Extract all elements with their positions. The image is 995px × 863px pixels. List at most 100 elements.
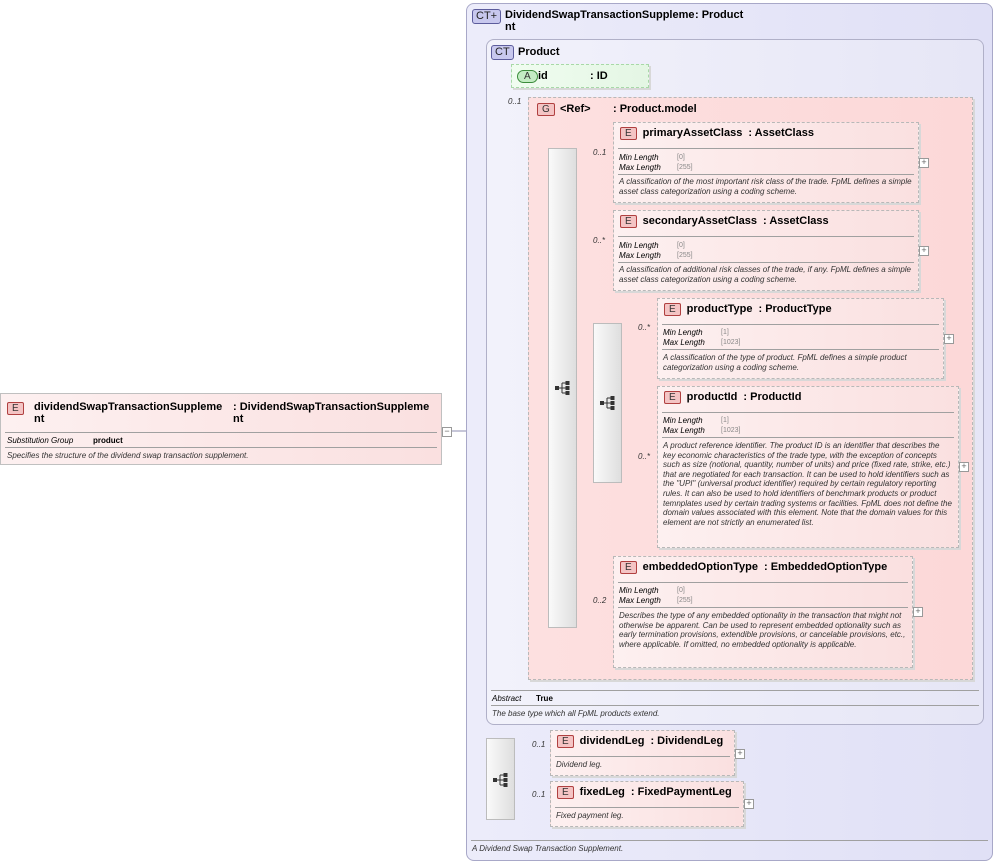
element-badge: E	[7, 402, 24, 415]
element-type: : FixedPaymentLeg	[630, 786, 732, 798]
max-length-value: [255]	[677, 252, 693, 259]
element-name: embeddedOptionType	[642, 561, 758, 573]
element-fixed-leg[interactable]: EfixedLeg : FixedPaymentLeg Fixed payment…	[550, 781, 744, 827]
complex-type-badge: CT+	[472, 9, 502, 24]
expand-icon[interactable]: +	[744, 799, 754, 809]
element-primary-asset-class[interactable]: EprimaryAssetClass: AssetClass Min Lengt…	[613, 122, 919, 203]
min-length-label: Min Length	[619, 586, 659, 595]
secondary-asset-class-cardinality: 0..*	[593, 236, 606, 245]
element-type: : ProductType	[758, 303, 832, 315]
divider	[491, 690, 979, 691]
element-doc: Describes the type of any embedded optio…	[619, 611, 906, 649]
attribute-type: : ID	[590, 70, 608, 82]
min-length-label: Min Length	[663, 328, 703, 337]
sequence-compositor-legs[interactable]	[486, 738, 515, 820]
element-type: : ProductId	[743, 391, 802, 403]
element-name: primaryAssetClass	[642, 127, 743, 139]
min-length-value: [1]	[721, 329, 729, 336]
expand-icon[interactable]: +	[919, 246, 929, 256]
element-secondary-asset-class[interactable]: EsecondaryAssetClass: AssetClass Min Len…	[613, 210, 919, 291]
element-doc: Dividend leg.	[556, 760, 603, 769]
max-length-value: [255]	[677, 164, 693, 171]
element-dividend-leg[interactable]: EdividendLeg: DividendLeg Dividend leg.	[550, 730, 735, 776]
element-badge: E	[664, 303, 681, 316]
product-type-cardinality: 0..*	[638, 323, 651, 332]
root-element-doc: Specifies the structure of the dividend …	[7, 451, 249, 460]
dividend-leg-cardinality: 0..1	[532, 740, 546, 749]
abstract-value: True	[536, 694, 553, 703]
expand-icon[interactable]: +	[913, 607, 923, 617]
element-embedded-option-type[interactable]: EembeddedOptionType: EmbeddedOptionType …	[613, 556, 913, 668]
sequence-icon	[600, 396, 615, 410]
element-doc: Fixed payment leg.	[556, 811, 624, 820]
divider	[662, 437, 954, 438]
expand-icon[interactable]: +	[944, 334, 954, 344]
element-name: productType	[686, 303, 753, 315]
max-length-label: Max Length	[663, 338, 705, 347]
element-badge: E	[557, 786, 574, 799]
min-length-label: Min Length	[619, 153, 659, 162]
attribute-name: id	[538, 70, 548, 82]
substitution-group-value: product	[93, 436, 123, 445]
expand-icon[interactable]: +	[735, 749, 745, 759]
sequence-compositor[interactable]	[548, 148, 577, 628]
min-length-value: [1]	[721, 417, 729, 424]
element-badge: E	[664, 391, 681, 404]
max-length-value: [255]	[677, 597, 693, 604]
root-element-box[interactable]: E dividendSwapTransactionSuppleme nt : D…	[0, 393, 442, 465]
divider	[618, 174, 914, 175]
min-length-label: Min Length	[663, 416, 703, 425]
group-badge: G	[537, 103, 555, 116]
complex-type-base: : Product	[695, 9, 744, 21]
element-type: : AssetClass	[748, 127, 814, 139]
divider	[555, 756, 730, 757]
root-element-name: dividendSwapTransactionSuppleme nt	[34, 401, 223, 425]
embedded-option-type-cardinality: 0..2	[593, 596, 607, 605]
divider	[618, 262, 914, 263]
divider	[662, 349, 939, 350]
min-length-value: [0]	[677, 587, 685, 594]
max-length-label: Max Length	[619, 596, 661, 605]
expand-icon[interactable]: +	[919, 158, 929, 168]
divider	[555, 807, 739, 808]
complex-type-name: DividendSwapTransactionSuppleme nt	[505, 9, 695, 33]
element-doc: A classification of additional risk clas…	[619, 265, 911, 284]
divider	[491, 705, 979, 706]
expand-icon[interactable]: +	[959, 462, 969, 472]
divider	[618, 607, 908, 608]
element-name: fixedLeg	[579, 786, 625, 798]
element-name: productId	[686, 391, 738, 403]
abstract-label: Abstract	[492, 694, 522, 703]
group-type: : Product.model	[613, 103, 697, 115]
root-element-type: : DividendSwapTransactionSuppleme nt	[233, 401, 430, 425]
divider	[662, 412, 954, 413]
element-name: dividendLeg	[579, 735, 645, 747]
element-badge: E	[620, 215, 637, 228]
divider	[618, 582, 908, 583]
product-type-badge: CT	[491, 45, 514, 60]
element-badge: E	[620, 561, 637, 574]
divider	[471, 840, 988, 841]
max-length-value: [1023]	[721, 427, 741, 434]
min-length-value: [0]	[677, 242, 685, 249]
attribute-id[interactable]: A id : ID	[511, 64, 649, 88]
divider	[5, 447, 437, 448]
product-type-name: Product	[518, 46, 560, 58]
divider	[618, 148, 914, 149]
attribute-badge: A	[517, 70, 538, 83]
collapse-icon[interactable]: −	[442, 427, 452, 437]
divider	[662, 324, 939, 325]
product-type-doc: The base type which all FpML products ex…	[492, 709, 660, 718]
product-id-cardinality: 0..*	[638, 452, 651, 461]
sequence-compositor-inner[interactable]	[593, 323, 622, 483]
element-product-type[interactable]: EproductType : ProductType Min Length [1]…	[657, 298, 944, 379]
divider	[618, 236, 914, 237]
group-name: <Ref>	[560, 103, 591, 115]
group-cardinality: 0..1	[508, 97, 522, 106]
element-product-id[interactable]: EproductId: ProductId Min Length [1] Max…	[657, 386, 959, 548]
fixed-leg-cardinality: 0..1	[532, 790, 546, 799]
complex-type-doc: A Dividend Swap Transaction Supplement.	[472, 844, 624, 853]
element-doc: A product reference identifier. The prod…	[663, 441, 952, 527]
element-name: secondaryAssetClass	[642, 215, 758, 227]
element-badge: E	[557, 735, 574, 748]
